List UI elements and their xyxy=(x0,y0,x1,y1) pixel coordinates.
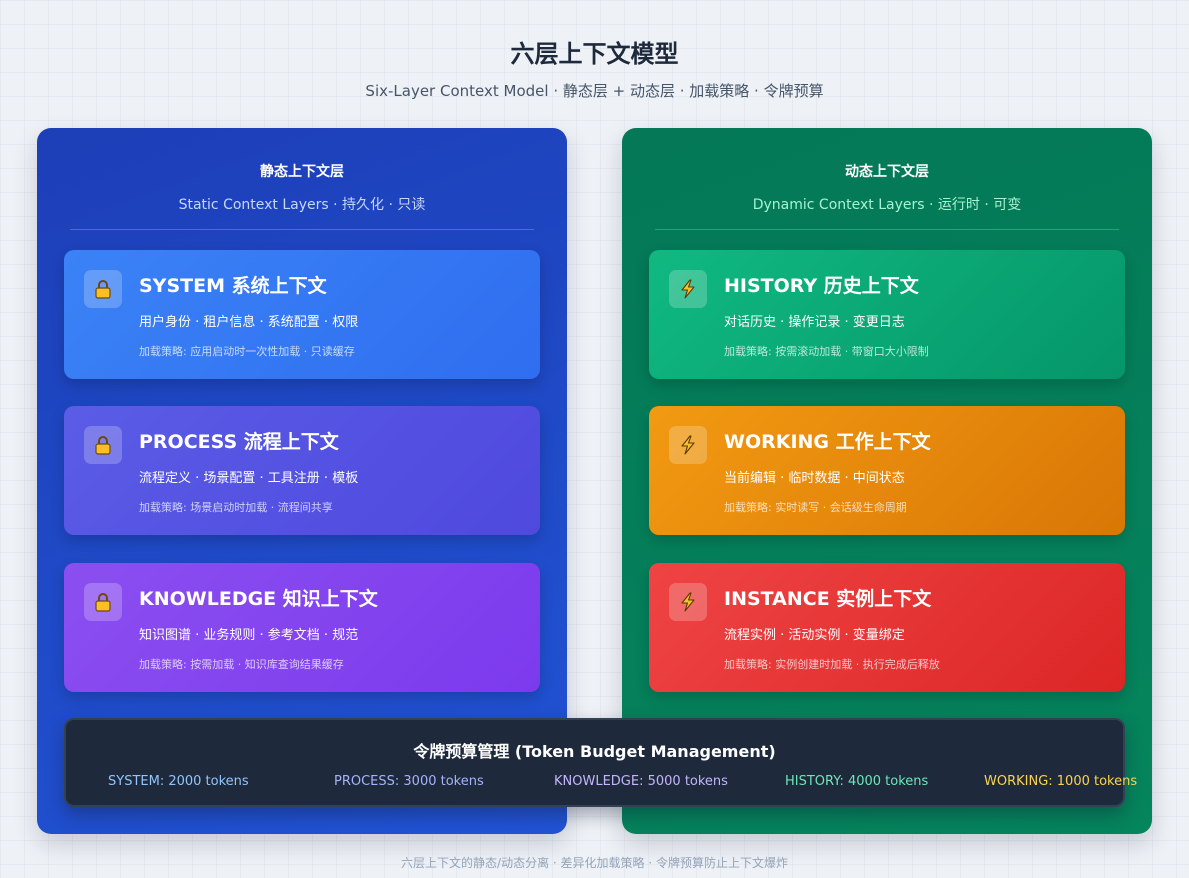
knowledge-card-items: 知识图谱 · 业务规则 · 参考文档 · 规范 xyxy=(139,628,359,643)
lock-icon xyxy=(84,583,122,621)
budget-item-process: PROCESS: 3000 tokens xyxy=(334,774,484,789)
lock-icon xyxy=(84,426,122,464)
process-card-items: 流程定义 · 场景配置 · 工具注册 · 模板 xyxy=(139,471,359,486)
page-title: 六层上下文模型 xyxy=(510,40,679,68)
working-card-items: 当前编辑 · 临时数据 · 中间状态 xyxy=(724,471,905,486)
budget-item-system: SYSTEM: 2000 tokens xyxy=(108,774,249,789)
token-budget-panel: 令牌预算管理 (Token Budget Management) SYSTEM:… xyxy=(64,718,1137,807)
working-context-card: WORKING 工作上下文 当前编辑 · 临时数据 · 中间状态 加载策略: 实… xyxy=(649,406,1125,535)
history-card-strategy: 加载策略: 按需滚动加载 · 带窗口大小限制 xyxy=(724,345,929,358)
knowledge-context-card: KNOWLEDGE 知识上下文 知识图谱 · 业务规则 · 参考文档 · 规范 … xyxy=(64,563,540,692)
process-context-card: PROCESS 流程上下文 流程定义 · 场景配置 · 工具注册 · 模板 加载… xyxy=(64,406,540,535)
working-card-title: WORKING 工作上下文 xyxy=(724,431,931,453)
lightning-icon xyxy=(669,426,707,464)
history-card-title: HISTORY 历史上下文 xyxy=(724,275,919,297)
budget-item-working: WORKING: 1000 tokens xyxy=(984,774,1138,789)
budget-item-knowledge: KNOWLEDGE: 5000 tokens xyxy=(554,774,728,789)
system-context-card: SYSTEM 系统上下文 用户身份 · 租户信息 · 系统配置 · 权限 加载策… xyxy=(64,250,540,379)
static-panel-subtitle: Static Context Layers · 持久化 · 只读 xyxy=(178,197,426,213)
budget-item-history: HISTORY: 4000 tokens xyxy=(785,774,929,789)
dynamic-panel-title: 动态上下文层 xyxy=(845,164,929,180)
history-context-card: HISTORY 历史上下文 对话历史 · 操作记录 · 变更日志 加载策略: 按… xyxy=(649,250,1125,379)
system-card-strategy: 加载策略: 应用启动时一次性加载 · 只读缓存 xyxy=(139,345,355,358)
dynamic-panel-divider xyxy=(655,229,1119,230)
footer-note: 六层上下文的静态/动态分离 · 差异化加载策略 · 令牌预算防止上下文爆炸 xyxy=(401,856,788,870)
system-card-title: SYSTEM 系统上下文 xyxy=(139,275,327,297)
working-card-strategy: 加载策略: 实时读写 · 会话级生命周期 xyxy=(724,501,907,514)
system-card-items: 用户身份 · 租户信息 · 系统配置 · 权限 xyxy=(139,315,359,330)
history-card-items: 对话历史 · 操作记录 · 变更日志 xyxy=(724,315,905,330)
dynamic-panel-subtitle: Dynamic Context Layers · 运行时 · 可变 xyxy=(752,197,1022,213)
instance-card-strategy: 加载策略: 实例创建时加载 · 执行完成后释放 xyxy=(724,658,940,671)
instance-context-card: INSTANCE 实例上下文 流程实例 · 活动实例 · 变量绑定 加载策略: … xyxy=(649,563,1125,692)
token-budget-title: 令牌预算管理 (Token Budget Management) xyxy=(413,742,776,761)
knowledge-card-title: KNOWLEDGE 知识上下文 xyxy=(139,588,378,610)
process-card-title: PROCESS 流程上下文 xyxy=(139,431,339,453)
lock-icon xyxy=(84,270,122,308)
instance-card-items: 流程实例 · 活动实例 · 变量绑定 xyxy=(724,628,905,643)
static-panel-title: 静态上下文层 xyxy=(260,164,344,180)
page-subtitle: Six-Layer Context Model · 静态层 + 动态层 · 加载… xyxy=(365,82,824,100)
lightning-icon xyxy=(669,270,707,308)
lightning-icon xyxy=(669,583,707,621)
static-panel-divider xyxy=(70,229,534,230)
process-card-strategy: 加载策略: 场景启动时加载 · 流程间共享 xyxy=(139,501,333,514)
instance-card-title: INSTANCE 实例上下文 xyxy=(724,588,932,610)
knowledge-card-strategy: 加载策略: 按需加载 · 知识库查询结果缓存 xyxy=(139,658,344,671)
